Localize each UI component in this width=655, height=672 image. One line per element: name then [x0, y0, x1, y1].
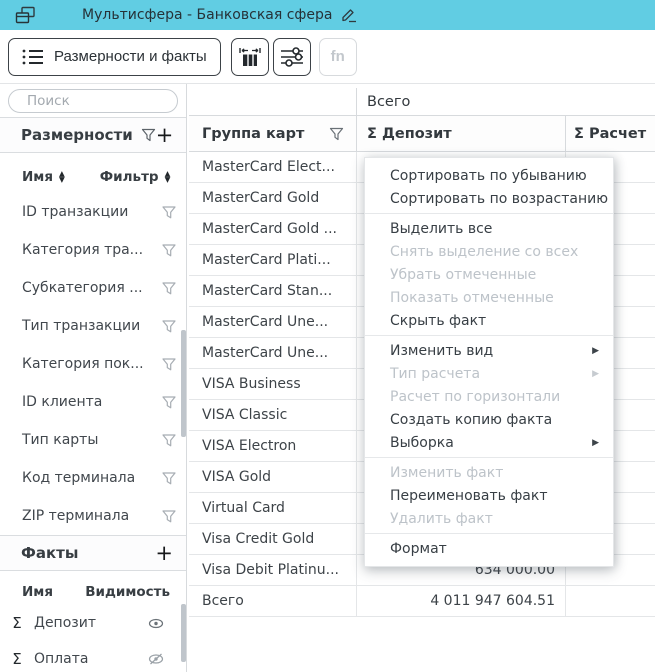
menu-item-deselect-all: Снять выделение со всех [365, 240, 613, 263]
dimension-item[interactable]: Категория пок... [0, 345, 186, 383]
filter-icon[interactable] [162, 320, 176, 333]
fn-label: fn [331, 48, 345, 65]
fit-columns-button[interactable] [231, 38, 269, 76]
pivot-table-area: Всего Группа карт Σ Депозит Σ Расчет Mas… [187, 84, 655, 672]
filter-icon[interactable] [162, 434, 176, 447]
sort-by-filter-control[interactable]: ▲ ▼ [165, 171, 171, 184]
toolbar: Размерности и факты [0, 30, 655, 84]
total-column-band[interactable]: Всего [357, 88, 655, 116]
sliders-icon [281, 47, 303, 67]
dimensions-filter-icon[interactable] [141, 128, 156, 142]
menu-item-sort-asc[interactable]: Сортировать по возрастанию [365, 187, 613, 210]
menu-separator [365, 335, 613, 336]
dim-col-filter-label: Фильтр [100, 169, 159, 185]
dimension-item[interactable]: Тип транзакции [0, 307, 186, 345]
fact-context-menu: Сортировать по убыванию Сортировать по в… [364, 157, 614, 567]
add-dimension-button[interactable]: + [156, 125, 174, 146]
dimension-item[interactable]: ID клиента [0, 383, 186, 421]
dimensions-facts-label: Размерности и факты [54, 48, 207, 65]
menu-item-select-all[interactable]: Выделить все [365, 217, 613, 240]
sigma-icon: Σ [8, 614, 26, 632]
menu-separator [365, 457, 613, 458]
filter-icon[interactable] [329, 127, 344, 141]
facts-columns-header: Имя Видимость [0, 571, 186, 605]
column-header-calc[interactable]: Σ Расчет [566, 116, 655, 152]
menu-item-change-view[interactable]: Изменить вид ▶ [365, 339, 613, 362]
search-input[interactable] [8, 89, 178, 113]
fact-item-deposit[interactable]: Σ Депозит [0, 605, 186, 641]
dimensions-columns-header: Имя ▲ ▼ Фильтр ▲ ▼ [0, 153, 186, 193]
dimensions-facts-button[interactable]: Размерности и факты [8, 38, 221, 76]
visibility-off-icon[interactable] [148, 653, 164, 665]
menu-item-show-marked: Показать отмеченные [365, 286, 613, 309]
menu-item-sort-desc[interactable]: Сортировать по убыванию [365, 164, 613, 187]
submenu-arrow-icon: ▶ [592, 438, 599, 448]
menu-item-selection[interactable]: Выборка ▶ [365, 431, 613, 454]
fact-col-name-label: Имя [22, 584, 53, 600]
dimension-item[interactable]: Тип карты [0, 421, 186, 459]
filter-icon[interactable] [162, 396, 176, 409]
menu-item-rename-fact[interactable]: Переименовать факт [365, 484, 613, 507]
column-header-group[interactable]: Группа карт [189, 116, 357, 152]
sort-by-name-control[interactable]: ▲ ▼ [59, 171, 65, 184]
page-title: Мультисфера - Банковская сфера [82, 7, 332, 23]
menu-item-hide-fact[interactable]: Скрыть факт [365, 309, 613, 332]
dimensions-title: Размерности [21, 126, 133, 144]
filter-icon[interactable] [162, 472, 176, 485]
menu-item-calc-type: Тип расчета ▶ [365, 362, 613, 385]
dimensions-facts-panel: Размерности + Имя ▲ ▼ Фильтр ▲ ▼ ID тран… [0, 84, 187, 672]
filter-icon[interactable] [162, 282, 176, 295]
fact-col-visibility-label: Видимость [85, 584, 170, 600]
menu-item-edit-fact: Изменить факт [365, 461, 613, 484]
sigma-icon: Σ [8, 650, 26, 668]
corner-cell [189, 88, 357, 116]
list-icon [22, 48, 44, 66]
dimensions-scrollbar-thumb[interactable] [181, 330, 186, 437]
total-row[interactable]: Всего 4 011 947 604.51 [189, 586, 655, 617]
filter-icon[interactable] [162, 358, 176, 371]
fn-formula-button: fn [319, 38, 357, 76]
menu-item-delete-fact: Удалить факт [365, 507, 613, 530]
view-settings-button[interactable] [273, 38, 311, 76]
filter-icon[interactable] [162, 206, 176, 219]
menu-item-remove-marked: Убрать отмеченные [365, 263, 613, 286]
submenu-arrow-icon: ▶ [592, 369, 599, 379]
fit-width-icon [239, 47, 261, 67]
edit-title-icon[interactable] [341, 7, 358, 23]
window-cascade-icon[interactable] [15, 6, 36, 25]
menu-item-horizontal-calc: Расчет по горизонтали [365, 385, 613, 408]
filter-icon[interactable] [162, 510, 176, 523]
dim-col-name-label: Имя [22, 169, 53, 185]
column-header-deposit[interactable]: Σ Депозит [357, 116, 566, 152]
dimensions-section-header: Размерности + [0, 117, 186, 153]
dimension-item[interactable]: ID транзакции [0, 193, 186, 231]
facts-section-header: Факты + [0, 535, 186, 571]
menu-item-format[interactable]: Формат [365, 537, 613, 560]
filter-icon[interactable] [162, 244, 176, 257]
dimension-item[interactable]: Категория тра... [0, 231, 186, 269]
dimension-item[interactable]: Код терминала [0, 459, 186, 497]
visibility-on-icon[interactable] [148, 618, 164, 629]
menu-separator [365, 533, 613, 534]
menu-item-copy-fact[interactable]: Создать копию факта [365, 408, 613, 431]
titlebar: Мультисфера - Банковская сфера [0, 0, 655, 30]
add-fact-button[interactable]: + [155, 543, 173, 564]
dimension-item[interactable]: ZIP терминала [0, 497, 186, 535]
fact-item-payment[interactable]: Σ Оплата [0, 641, 186, 672]
dimension-item[interactable]: Субкатегория ... [0, 269, 186, 307]
facts-title: Факты [21, 544, 78, 562]
menu-separator [365, 213, 613, 214]
submenu-arrow-icon: ▶ [592, 346, 599, 356]
facts-scrollbar-thumb[interactable] [181, 604, 186, 662]
